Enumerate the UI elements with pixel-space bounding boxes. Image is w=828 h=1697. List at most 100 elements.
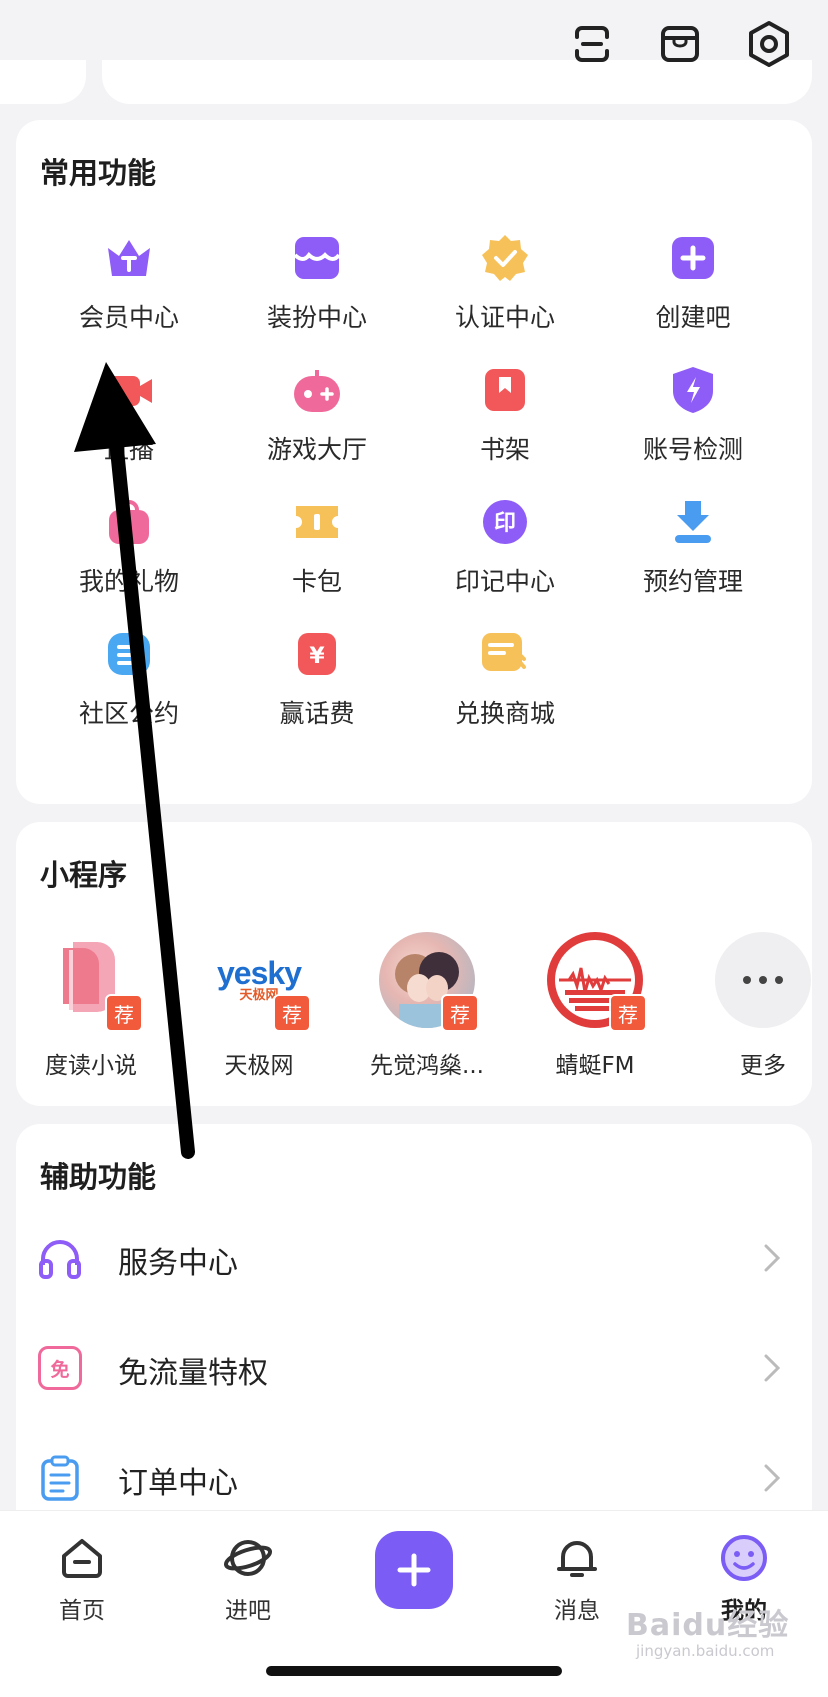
row-label: 服务中心 bbox=[118, 1246, 238, 1281]
recommend-badge: 荐 bbox=[273, 994, 311, 1032]
mini-program-yesky[interactable]: yesky 天极网 荐 天极网 bbox=[184, 932, 334, 1080]
grid-item-label: 账号检测 bbox=[642, 435, 743, 464]
grid-item-label: 印记中心 bbox=[454, 567, 555, 596]
nav-label: 首页 bbox=[59, 1598, 105, 1624]
document-icon bbox=[103, 628, 155, 680]
gamepad-icon bbox=[291, 364, 343, 416]
grid-item-label: 装扮中心 bbox=[266, 303, 367, 332]
seal-icon: 印 bbox=[479, 496, 531, 548]
more-dots-icon bbox=[715, 932, 811, 1028]
grid-item-game-hall[interactable]: 游戏大厅 bbox=[223, 364, 411, 474]
dudu-novel-logo: 荐 bbox=[43, 932, 143, 1032]
mini-program-label: 天极网 bbox=[224, 1053, 294, 1079]
grid-item-verify-center[interactable]: 认证中心 bbox=[411, 232, 599, 342]
xianjue-avatar: 荐 bbox=[379, 932, 479, 1032]
recommend-badge: 荐 bbox=[105, 994, 143, 1032]
nav-home[interactable]: 首页 bbox=[22, 1533, 142, 1625]
grid-item-community-rules[interactable]: 社区公约 bbox=[35, 628, 223, 738]
profile-card-edge-left bbox=[0, 60, 86, 104]
grid-item-bookshelf[interactable]: 书架 bbox=[411, 364, 599, 474]
box-icon[interactable] bbox=[654, 18, 706, 70]
grid-item-label: 兑换商城 bbox=[454, 699, 555, 728]
row-free-data[interactable]: 免 免流量特权 bbox=[16, 1318, 812, 1428]
headphones-icon bbox=[38, 1236, 82, 1280]
gift-bag-icon bbox=[103, 496, 155, 548]
recommend-badge: 荐 bbox=[609, 994, 647, 1032]
mini-program-label: 先觉鸿燊... bbox=[370, 1053, 484, 1079]
free-data-icon: 免 bbox=[38, 1346, 82, 1390]
plus-square-icon bbox=[667, 232, 719, 284]
smiley-icon bbox=[719, 1533, 769, 1583]
grid-item-label: 直播 bbox=[103, 435, 154, 464]
grid-item-account-check[interactable]: 账号检测 bbox=[599, 364, 787, 474]
section-title-mini-programs: 小程序 bbox=[40, 858, 128, 892]
shield-bolt-icon bbox=[667, 364, 719, 416]
grid-item-label: 创建吧 bbox=[655, 303, 731, 332]
grid-item-label: 会员中心 bbox=[78, 303, 179, 332]
grid-item-label: 卡包 bbox=[291, 567, 342, 596]
mini-program-dudu-novel[interactable]: 荐 度读小说 bbox=[16, 932, 166, 1080]
watermark: Baidu经验 bbox=[626, 1608, 790, 1643]
chevron-right-icon bbox=[764, 1244, 781, 1272]
yesky-logo: yesky 天极网 荐 bbox=[211, 932, 311, 1032]
section-title-assist: 辅助功能 bbox=[40, 1160, 157, 1194]
grid-item-live[interactable]: 直播 bbox=[35, 364, 223, 474]
mini-program-xianjue[interactable]: 荐 先觉鸿燊... bbox=[352, 932, 502, 1080]
mini-programs-card: 小程序 荐 度读小说 yesky 天极网 荐 天极网 荐 先觉鸿燊... 荐 蜻… bbox=[16, 822, 812, 1106]
planet-icon bbox=[223, 1533, 273, 1583]
assist-functions-card: 辅助功能 服务中心 免 免流量特权 订单中心 bbox=[16, 1124, 812, 1544]
create-post-button[interactable] bbox=[375, 1531, 453, 1609]
watermark-url: jingyan.baidu.com bbox=[636, 1642, 775, 1660]
grid-item-seal-center[interactable]: 印 印记中心 bbox=[411, 496, 599, 606]
mini-program-label: 更多 bbox=[740, 1053, 786, 1079]
chevron-right-icon bbox=[764, 1354, 781, 1382]
nav-enter-bar[interactable]: 进吧 bbox=[188, 1533, 308, 1625]
grid-item-vip-center[interactable]: 会员中心 bbox=[35, 232, 223, 342]
grid-item-label: 我的礼物 bbox=[78, 567, 179, 596]
grid-item-reservation[interactable]: 预约管理 bbox=[599, 496, 787, 606]
grid-item-label: 社区公约 bbox=[78, 699, 179, 728]
mini-program-more[interactable]: 更多 bbox=[688, 932, 828, 1080]
home-icon bbox=[57, 1533, 107, 1583]
grid-item-label: 书架 bbox=[479, 435, 530, 464]
grid-item-create-bar[interactable]: 创建吧 bbox=[599, 232, 787, 342]
grid-item-exchange-mall[interactable]: 兑换商城 bbox=[411, 628, 599, 738]
wardrobe-icon bbox=[291, 232, 343, 284]
download-tray-icon bbox=[667, 496, 719, 548]
grid-item-label: 预约管理 bbox=[642, 567, 743, 596]
plus-icon bbox=[397, 1553, 431, 1587]
video-camera-icon bbox=[103, 364, 155, 416]
recommend-badge: 荐 bbox=[441, 994, 479, 1032]
mini-program-label: 蜻蜓FM bbox=[555, 1053, 635, 1079]
svg-text:¥: ¥ bbox=[309, 644, 325, 669]
exchange-note-icon bbox=[479, 628, 531, 680]
scan-icon[interactable] bbox=[566, 18, 618, 70]
qingting-fm-logo: 荐 bbox=[547, 932, 647, 1032]
section-title-common: 常用功能 bbox=[40, 156, 157, 190]
crown-icon bbox=[103, 232, 155, 284]
row-service-center[interactable]: 服务中心 bbox=[16, 1208, 812, 1318]
ticket-icon bbox=[291, 496, 343, 548]
mini-program-label: 度读小说 bbox=[45, 1053, 137, 1079]
grid-item-win-phone-credit[interactable]: ¥ 赢话费 bbox=[223, 628, 411, 738]
svg-text:印: 印 bbox=[494, 511, 516, 536]
mini-program-qingting-fm[interactable]: 荐 蜻蜓FM bbox=[520, 932, 670, 1080]
grid-item-label: 赢话费 bbox=[279, 699, 355, 728]
row-label: 免流量特权 bbox=[118, 1356, 268, 1391]
grid-item-label: 游戏大厅 bbox=[266, 435, 367, 464]
nav-messages[interactable]: 消息 bbox=[517, 1533, 637, 1625]
verified-badge-icon bbox=[479, 232, 531, 284]
settings-icon[interactable] bbox=[743, 18, 795, 70]
nav-label: 进吧 bbox=[225, 1598, 271, 1624]
clipboard-icon bbox=[38, 1455, 82, 1501]
grid-item-dressup-center[interactable]: 装扮中心 bbox=[223, 232, 411, 342]
top-bar bbox=[0, 0, 828, 104]
home-indicator bbox=[266, 1666, 562, 1676]
bookmark-icon bbox=[479, 364, 531, 416]
grid-item-card-wallet[interactable]: 卡包 bbox=[223, 496, 411, 606]
grid-item-my-gifts[interactable]: 我的礼物 bbox=[35, 496, 223, 606]
chevron-right-icon bbox=[764, 1464, 781, 1492]
common-functions-card: 常用功能 会员中心 装扮中心 认证中心 创建吧 直播 游戏大厅 书架 账号检测 … bbox=[16, 120, 812, 804]
yuan-card-icon: ¥ bbox=[291, 628, 343, 680]
nav-label: 消息 bbox=[554, 1598, 600, 1624]
